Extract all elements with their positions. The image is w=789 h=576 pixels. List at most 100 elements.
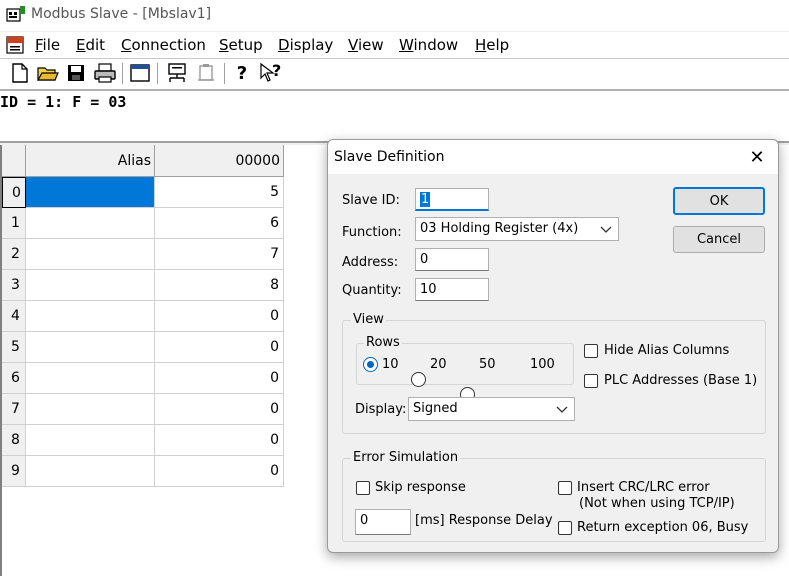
slave-id-label: Slave ID:: [342, 193, 400, 208]
row-header[interactable]: 8: [2, 425, 26, 456]
value-cell[interactable]: 0: [155, 456, 284, 487]
menu-window-mnemonic: W: [399, 36, 414, 54]
row-header[interactable]: 9: [2, 456, 26, 487]
alias-cell[interactable]: [26, 425, 155, 456]
hide-alias-checkbox[interactable]: [584, 344, 598, 358]
value-cell[interactable]: 0: [155, 425, 284, 456]
menu-window[interactable]: Window: [399, 36, 458, 54]
menu-help-mnemonic: H: [475, 36, 487, 54]
menu-connection[interactable]: Connection: [121, 36, 206, 54]
menu-edit-label: dit: [85, 36, 106, 54]
row-header[interactable]: 3: [2, 270, 26, 301]
alias-cell[interactable]: [26, 394, 155, 425]
value-cell[interactable]: 8: [155, 270, 284, 301]
menu-setup-label: etup: [228, 36, 263, 54]
menu-help[interactable]: Help: [475, 36, 509, 54]
column-header-alias[interactable]: Alias: [26, 145, 155, 177]
menu-edit[interactable]: Edit: [76, 36, 105, 54]
display-value: Signed: [413, 401, 458, 416]
hide-alias-label: Hide Alias Columns: [604, 343, 730, 358]
menu-view-mnemonic: V: [348, 36, 358, 54]
function-select[interactable]: 03 Holding Register (4x): [415, 217, 619, 241]
row-header[interactable]: 4: [2, 301, 26, 332]
crc-error-checkbox[interactable]: [558, 481, 572, 495]
print-icon[interactable]: [93, 61, 117, 85]
menu-view-label: iew: [357, 36, 384, 54]
connect-icon[interactable]: [165, 61, 189, 85]
busy-exception-checkbox[interactable]: [558, 521, 572, 535]
menu-setup-mnemonic: S: [219, 36, 229, 54]
alias-cell[interactable]: [26, 239, 155, 270]
row-header[interactable]: 1: [2, 208, 26, 239]
quantity-label: Quantity:: [342, 283, 402, 298]
column-header-address[interactable]: 00000: [155, 145, 284, 177]
value-cell[interactable]: 0: [155, 394, 284, 425]
value-cell[interactable]: 0: [155, 332, 284, 363]
row-header[interactable]: 2: [2, 239, 26, 270]
display-select[interactable]: Signed: [408, 397, 575, 421]
close-icon[interactable]: ✕: [743, 144, 771, 170]
row-header[interactable]: 0: [2, 177, 26, 208]
disconnect-icon[interactable]: [194, 61, 218, 85]
value-cell[interactable]: 0: [155, 301, 284, 332]
alias-cell-selected[interactable]: [26, 177, 155, 208]
rows-10-radio[interactable]: [363, 357, 378, 372]
modbus-slave-app-icon: [6, 6, 25, 22]
display-label: Display:: [355, 402, 407, 417]
menu-display[interactable]: Display: [278, 36, 333, 54]
menu-connection-mnemonic: C: [121, 36, 132, 54]
help-icon[interactable]: ?: [230, 61, 254, 85]
menu-display-label: isplay: [289, 36, 334, 54]
row-header[interactable]: 7: [2, 394, 26, 425]
toolbar: [0, 58, 789, 91]
menu-view[interactable]: View: [348, 36, 384, 54]
menu-setup[interactable]: Setup: [219, 36, 263, 54]
slave-id-value: 1: [420, 192, 431, 207]
menu-connection-label: onnection: [131, 36, 206, 54]
rows-10-label: 10: [382, 357, 399, 372]
menu-bar: [0, 32, 789, 58]
document-icon[interactable]: [6, 35, 26, 55]
plc-addresses-label: PLC Addresses (Base 1): [604, 373, 758, 388]
open-folder-icon[interactable]: [36, 61, 60, 85]
toolbar-separator: [157, 63, 158, 84]
menu-help-label: elp: [486, 36, 510, 54]
plc-addresses-checkbox[interactable]: [584, 374, 598, 388]
slave-id-field[interactable]: 1: [415, 188, 489, 211]
alias-cell[interactable]: [26, 456, 155, 487]
response-delay-field[interactable]: 0: [355, 509, 411, 535]
new-document-icon[interactable]: [8, 61, 32, 85]
menu-window-label: indow: [413, 36, 459, 54]
function-label: Function:: [342, 225, 402, 240]
menu-display-mnemonic: D: [278, 36, 290, 54]
value-cell[interactable]: 7: [155, 239, 284, 270]
alias-cell[interactable]: [26, 363, 155, 394]
rows-20-radio[interactable]: [411, 372, 426, 387]
ok-button[interactable]: OK: [673, 187, 765, 215]
alias-cell[interactable]: [26, 332, 155, 363]
value-cell[interactable]: 5: [155, 177, 284, 208]
rows-100-label: 100: [530, 357, 555, 372]
rows-50-label: 50: [479, 357, 496, 372]
alias-cell[interactable]: [26, 270, 155, 301]
crc-error-label: Insert CRC/LRC error: [577, 480, 710, 495]
alias-cell[interactable]: [26, 301, 155, 332]
window-icon[interactable]: [128, 61, 152, 85]
rows-group-title: Rows: [364, 335, 402, 350]
toolbar-separator: [122, 63, 123, 84]
alias-cell[interactable]: [26, 208, 155, 239]
context-help-icon[interactable]: ?: [259, 61, 283, 85]
row-header[interactable]: 6: [2, 363, 26, 394]
menu-file[interactable]: File: [35, 36, 60, 54]
menu-file-mnemonic: F: [35, 36, 43, 54]
skip-response-checkbox[interactable]: [356, 481, 370, 495]
row-header[interactable]: 5: [2, 332, 26, 363]
value-cell[interactable]: 6: [155, 208, 284, 239]
corner-header: [2, 145, 26, 177]
cancel-button[interactable]: Cancel: [673, 226, 765, 253]
view-group-title: View: [351, 312, 386, 327]
value-cell[interactable]: 0: [155, 363, 284, 394]
address-field[interactable]: 0: [415, 248, 489, 271]
quantity-field[interactable]: 10: [415, 278, 489, 301]
save-icon[interactable]: [64, 61, 88, 85]
